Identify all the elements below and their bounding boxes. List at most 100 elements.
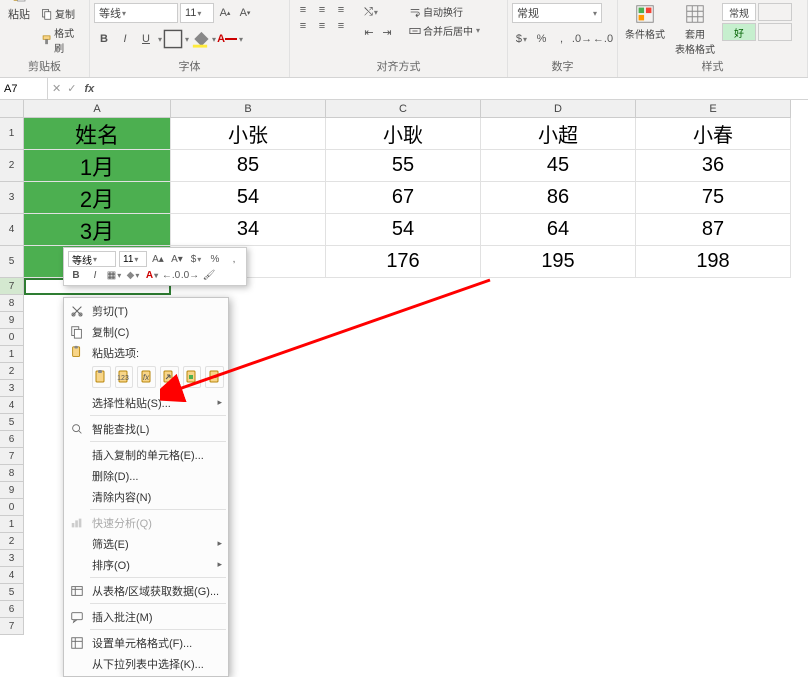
cell[interactable]: 小张 <box>171 118 326 150</box>
row-header[interactable]: 4 <box>0 214 24 246</box>
paste-option-formatting[interactable] <box>183 366 202 388</box>
percent-button[interactable]: % <box>532 30 551 48</box>
merge-center-button[interactable]: 合并后居中 ▾ <box>406 22 483 39</box>
cm-cut[interactable]: 剪切(T) <box>64 300 228 321</box>
cm-sort[interactable]: 排序(O) ▸ <box>64 554 228 575</box>
row-header[interactable]: 9 <box>0 312 24 329</box>
decrease-font-button[interactable]: A▾ <box>236 4 254 22</box>
mini-accounting[interactable]: $▾ <box>188 252 204 266</box>
mini-border[interactable]: ▦▾ <box>106 268 122 282</box>
cell[interactable]: 85 <box>171 150 326 182</box>
col-header-a[interactable]: A <box>24 100 171 118</box>
mini-inc-decimal[interactable]: .0→ <box>182 268 198 282</box>
row-header[interactable]: 1 <box>0 118 24 150</box>
row-header[interactable]: 2 <box>0 363 24 380</box>
row-header[interactable]: 6 <box>0 431 24 448</box>
increase-font-button[interactable]: A▴ <box>216 4 234 22</box>
cell[interactable]: 36 <box>636 150 791 182</box>
mini-font-name[interactable]: 等线 ▾ <box>68 251 116 267</box>
cm-clear[interactable]: 清除内容(N) <box>64 486 228 507</box>
fx-icon[interactable]: fx <box>84 83 94 95</box>
col-header-b[interactable]: B <box>171 100 326 118</box>
col-header-c[interactable]: C <box>326 100 481 118</box>
decrease-decimal-button[interactable]: ←.0 <box>593 30 613 48</box>
increase-decimal-button[interactable]: .0→ <box>572 30 592 48</box>
format-painter-button[interactable]: 格式刷 <box>38 24 85 56</box>
row-header[interactable]: 5 <box>0 414 24 431</box>
row-header[interactable]: 7 <box>0 618 24 635</box>
row-header[interactable]: 5 <box>0 584 24 601</box>
row-header[interactable]: 5 <box>0 246 24 278</box>
number-format-select[interactable]: 常规▾ <box>512 3 602 23</box>
row-header[interactable]: 2 <box>0 533 24 550</box>
cm-smart-lookup[interactable]: 智能查找(L) <box>64 418 228 439</box>
cell[interactable]: 75 <box>636 182 791 214</box>
conditional-format-button[interactable]: 条件格式 <box>622 3 668 41</box>
row-header[interactable]: 4 <box>0 397 24 414</box>
col-header-d[interactable]: D <box>481 100 636 118</box>
cell[interactable]: 45 <box>481 150 636 182</box>
wrap-text-button[interactable]: 自动换行 <box>406 3 483 20</box>
cell[interactable]: 195 <box>481 246 636 278</box>
table-format-button[interactable]: 套用 表格格式 <box>672 3 718 56</box>
paste-option-transpose[interactable] <box>160 366 179 388</box>
font-color-button[interactable]: A <box>217 30 237 48</box>
paste-option-all[interactable] <box>92 366 111 388</box>
row-header[interactable]: 3 <box>0 550 24 567</box>
fill-color-button[interactable] <box>190 30 210 48</box>
mini-dec-decimal[interactable]: ←.0 <box>163 268 179 282</box>
paste-button[interactable]: 粘贴 <box>4 0 34 22</box>
cell[interactable]: 1月 <box>24 150 171 182</box>
cell[interactable]: 55 <box>326 150 481 182</box>
cm-copy[interactable]: 复制(C) <box>64 321 228 342</box>
cell[interactable]: 小春 <box>636 118 791 150</box>
row-header[interactable]: 3 <box>0 182 24 214</box>
cell[interactable]: 34 <box>171 214 326 246</box>
align-top-button[interactable]: ≡ <box>294 3 312 17</box>
cell[interactable]: 54 <box>326 214 481 246</box>
mini-percent[interactable]: % <box>207 252 223 266</box>
mini-font-size[interactable]: 11 ▾ <box>119 251 147 267</box>
mini-format-painter[interactable]: 🖌 <box>201 268 217 282</box>
cm-dropdown-select[interactable]: 从下拉列表中选择(K)... <box>64 653 228 674</box>
cell[interactable]: 86 <box>481 182 636 214</box>
row-header[interactable]: 1 <box>0 516 24 533</box>
mini-comma[interactable]: , <box>226 252 242 266</box>
style-good[interactable]: 好 <box>722 23 756 41</box>
row-header[interactable]: 1 <box>0 346 24 363</box>
style-placeholder2[interactable] <box>758 23 792 41</box>
accounting-button[interactable]: $▾ <box>512 30 531 48</box>
row-header[interactable]: 6 <box>0 601 24 618</box>
border-button[interactable] <box>163 30 183 48</box>
mini-decrease-font[interactable]: A▾ <box>169 252 185 266</box>
comma-button[interactable]: , <box>552 30 571 48</box>
mini-fill-color[interactable]: ◆▾ <box>125 268 141 282</box>
style-normal[interactable]: 常规 <box>722 3 756 21</box>
cut-button[interactable]: 剪切 <box>38 0 85 3</box>
row-header[interactable]: 9 <box>0 482 24 499</box>
copy-button[interactable]: 复制 <box>38 5 85 22</box>
row-header[interactable]: 2 <box>0 150 24 182</box>
cell[interactable]: 176 <box>326 246 481 278</box>
mini-italic[interactable]: I <box>87 268 103 282</box>
style-placeholder1[interactable] <box>758 3 792 21</box>
paste-option-values[interactable]: 123 <box>115 366 134 388</box>
row-header[interactable]: 7 <box>0 448 24 465</box>
name-box[interactable]: A7 <box>0 78 48 99</box>
select-all-corner[interactable] <box>0 100 24 118</box>
paste-option-link[interactable] <box>205 366 224 388</box>
cell[interactable]: 67 <box>326 182 481 214</box>
cell[interactable]: 小超 <box>481 118 636 150</box>
cell[interactable]: 3月 <box>24 214 171 246</box>
paste-option-formulas[interactable]: fx <box>137 366 156 388</box>
row-header[interactable]: 4 <box>0 567 24 584</box>
align-left-button[interactable]: ≡ <box>294 19 312 33</box>
mini-increase-font[interactable]: A▴ <box>150 252 166 266</box>
italic-button[interactable]: I <box>115 30 135 48</box>
align-right-button[interactable]: ≡ <box>332 19 350 33</box>
font-name-select[interactable]: 等线▾ <box>94 3 178 23</box>
align-bottom-button[interactable]: ≡ <box>332 3 350 17</box>
cell[interactable]: 87 <box>636 214 791 246</box>
cell[interactable]: 198 <box>636 246 791 278</box>
mini-font-color[interactable]: A▾ <box>144 268 160 282</box>
